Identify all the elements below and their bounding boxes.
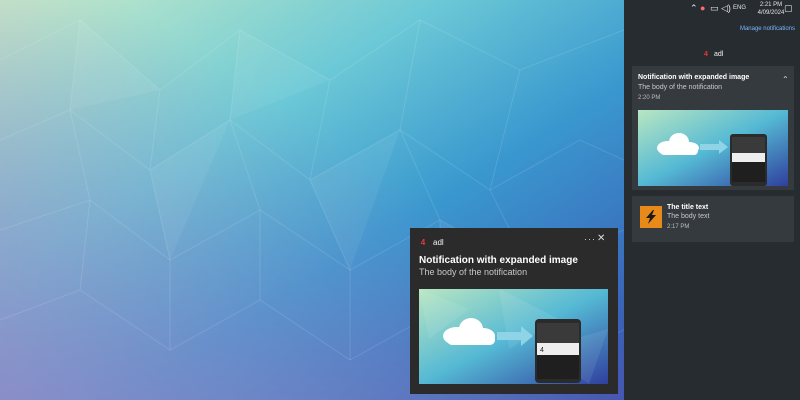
notification-time: 2:20 PM (638, 95, 661, 101)
chevron-up-icon[interactable]: ⌃ (690, 3, 698, 13)
manage-notifications-link[interactable]: Manage notifications (740, 26, 795, 32)
system-tray: ⌃ ● ▭ ◁) ENG 2:21 PM 4/09/2024 ▢ (624, 0, 800, 18)
lightning-app-icon (640, 206, 662, 228)
notification-card[interactable]: The title text The body text 2:17 PM (632, 196, 794, 242)
notification-body: The body text (667, 213, 710, 220)
toast-body: The body of the notification (419, 267, 528, 277)
toast-app-name: adl (433, 237, 444, 247)
notification-body: The body of the notification (638, 84, 723, 91)
clock-date: 4/09/2024 (757, 10, 785, 16)
clock[interactable]: 2:21 PM 4/09/2024 (756, 1, 786, 17)
close-icon[interactable]: ✕ (597, 233, 605, 244)
network-icon[interactable]: ▭ (710, 3, 719, 13)
toast-title: Notification with expanded image (419, 255, 578, 266)
adl-app-icon: 4 (702, 50, 710, 58)
language-indicator[interactable]: ENG (733, 5, 746, 11)
toast-notification[interactable]: 4 adl ··· ✕ Notification with expanded i… (410, 228, 618, 394)
notification-title: Notification with expanded image (638, 74, 750, 81)
volume-icon[interactable]: ◁) (721, 3, 731, 13)
notification-title: The title text (667, 204, 709, 211)
more-icon[interactable]: ··· (584, 234, 596, 244)
group-app-name: adl (714, 50, 724, 58)
toast-app-header: 4 adl (418, 237, 444, 247)
toast-hero-image: 4 (419, 289, 608, 384)
notification-time: 2:17 PM (667, 224, 690, 230)
notification-image (638, 110, 788, 186)
security-icon[interactable]: ● (700, 3, 705, 13)
notification-group-header: 4 adl (702, 50, 723, 58)
clock-time: 2:21 PM (759, 2, 783, 8)
svg-text:4: 4 (540, 347, 544, 354)
chevron-up-icon[interactable]: ⌃ (782, 75, 789, 84)
notification-card-expanded[interactable]: Notification with expanded image The bod… (632, 66, 794, 190)
adl-app-icon: 4 (418, 237, 428, 247)
notification-center-icon[interactable]: ▢ (784, 3, 793, 13)
